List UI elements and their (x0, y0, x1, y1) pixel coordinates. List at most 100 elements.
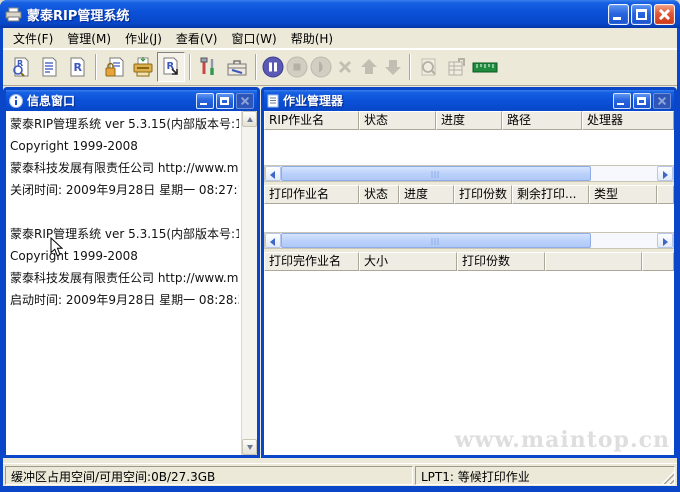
preview-button[interactable] (415, 52, 443, 82)
move-down-button[interactable] (381, 54, 405, 80)
minimize-icon (617, 103, 624, 105)
preview-icon (418, 56, 440, 78)
scroll-right-icon[interactable] (657, 233, 673, 248)
toolbar-separator (409, 54, 411, 80)
resume-icon (310, 56, 332, 78)
column-header-status[interactable]: 状态 (359, 185, 399, 204)
rip-table-header: RIP作业名 状态 进度 路径 处理器 (264, 111, 674, 130)
move-down-icon (382, 56, 404, 78)
job-preview-button[interactable]: R (7, 52, 35, 82)
mdi-area: 信息窗口 蒙泰RIP管理系统 ver 5.3.15(内部版本号:16 Copyr… (3, 86, 677, 463)
info-window-titlebar: 信息窗口 (6, 90, 257, 111)
info-vertical-scrollbar[interactable] (241, 111, 257, 455)
printer-app-icon (5, 7, 22, 22)
close-icon (237, 94, 253, 108)
window-chrome: 文件(F) 管理(M) 作业(J) 查看(V) 窗口(W) 帮助(H) R (3, 28, 677, 486)
close-button[interactable] (654, 4, 675, 25)
job-manager-window: 作业管理器 RIP作业名 状态 进度 路径 (261, 87, 677, 458)
info-window: 信息窗口 蒙泰RIP管理系统 ver 5.3.15(内部版本号:16 Copyr… (3, 87, 260, 458)
stop-button[interactable] (285, 54, 309, 80)
toolbar-separator (255, 54, 257, 80)
rip-to-print-button[interactable]: R (157, 52, 185, 82)
info-line: Copyright 1999-2008 (10, 245, 239, 267)
menu-help[interactable]: 帮助(H) (285, 28, 339, 49)
column-header-filler (657, 185, 674, 204)
maximize-button[interactable] (631, 4, 652, 25)
scroll-left-icon[interactable] (265, 233, 281, 248)
column-header-status[interactable]: 状态 (359, 111, 436, 130)
info-icon (9, 94, 23, 108)
maximize-icon (220, 97, 229, 105)
column-header-progress[interactable]: 进度 (436, 111, 502, 130)
move-up-button[interactable] (357, 54, 381, 80)
rip-table-body[interactable] (264, 130, 674, 165)
print-jobs-pane: 打印作业名 状态 进度 打印份数 剩余打印... 类型 (264, 185, 674, 249)
minimize-button[interactable] (608, 4, 629, 25)
job-manager-titlebar: 作业管理器 (264, 90, 674, 111)
column-header-copies[interactable]: 打印份数 (457, 252, 545, 271)
info-minimize-button[interactable] (196, 93, 214, 109)
column-header-print-job[interactable]: 打印作业名 (264, 185, 359, 204)
toolbox-icon (226, 56, 248, 78)
info-close-button (236, 93, 254, 109)
rip-to-print-icon: R (160, 56, 182, 78)
menu-window[interactable]: 窗口(W) (225, 28, 282, 49)
job-preview-icon: R (10, 56, 32, 78)
scroll-down-icon[interactable] (242, 439, 257, 455)
print-report-icon (446, 56, 468, 78)
print-table-hscrollbar[interactable] (264, 232, 674, 249)
column-header-copies[interactable]: 打印份数 (454, 185, 512, 204)
rip-document-button[interactable]: R (63, 52, 91, 82)
menu-manage[interactable]: 管理(M) (61, 28, 117, 49)
column-header-remaining[interactable]: 剩余打印... (512, 185, 589, 204)
column-header-finished-job[interactable]: 打印完作业名 (264, 252, 359, 271)
menu-view[interactable]: 查看(V) (170, 28, 224, 49)
toolbox-button[interactable] (223, 52, 251, 82)
cancel-button[interactable] (333, 54, 357, 80)
info-maximize-button[interactable] (216, 93, 234, 109)
column-header-processor[interactable]: 处理器 (582, 111, 674, 130)
pause-button[interactable] (261, 54, 285, 80)
document-button[interactable] (35, 52, 63, 82)
menu-job[interactable]: 作业(J) (119, 28, 168, 49)
scroll-up-icon[interactable] (242, 111, 257, 127)
pause-icon (262, 56, 284, 78)
status-bar: 缓冲区占用空间/可用空间:0B/27.3GB LPT1: 等候打印作业 (3, 463, 677, 486)
print-report-button[interactable] (443, 52, 471, 82)
move-up-icon (358, 56, 380, 78)
ruler-button[interactable] (471, 52, 499, 82)
rip-table-hscrollbar[interactable] (264, 165, 674, 182)
info-line: 启动时间: 2009年9月28日 星期一 08:28:38 (10, 289, 239, 311)
toolbar-separator (95, 54, 97, 80)
mouse-cursor (50, 237, 63, 257)
resize-grip[interactable] (661, 471, 674, 484)
resume-button[interactable] (309, 54, 333, 80)
secure-document-button[interactable] (101, 52, 129, 82)
info-line: 关闭时间: 2009年9月28日 星期一 08:27:18 (10, 179, 239, 201)
secure-document-icon (104, 56, 126, 78)
column-header-rip-job[interactable]: RIP作业名 (264, 111, 359, 130)
info-line: 蒙泰科技发展有限责任公司 http://www.maix (10, 267, 239, 289)
column-header-size[interactable]: 大小 (359, 252, 457, 271)
column-header-empty (545, 252, 642, 271)
column-header-filler (642, 252, 674, 271)
done-table-body[interactable]: www.maintop.cn (264, 271, 674, 455)
info-line: Copyright 1999-2008 (10, 135, 239, 157)
info-text: 蒙泰RIP管理系统 ver 5.3.15(内部版本号:16 Copyright … (6, 111, 241, 455)
tools-button[interactable] (195, 52, 223, 82)
info-line: 蒙泰RIP管理系统 ver 5.3.15(内部版本号:16 (10, 113, 239, 135)
column-header-type[interactable]: 类型 (589, 185, 657, 204)
rip-jobs-pane: RIP作业名 状态 进度 路径 处理器 (264, 111, 674, 182)
jobs-maximize-button[interactable] (633, 93, 651, 109)
column-header-progress[interactable]: 进度 (399, 185, 454, 204)
svg-text:R: R (74, 61, 83, 74)
print-table-body[interactable] (264, 204, 674, 232)
jobs-minimize-button[interactable] (613, 93, 631, 109)
scroll-left-icon[interactable] (265, 166, 281, 181)
scrollbar-thumb[interactable] (281, 233, 591, 248)
scrollbar-thumb[interactable] (281, 166, 591, 181)
printer-button[interactable] (129, 52, 157, 82)
scroll-right-icon[interactable] (657, 166, 673, 181)
menu-file[interactable]: 文件(F) (7, 28, 59, 49)
column-header-path[interactable]: 路径 (502, 111, 582, 130)
